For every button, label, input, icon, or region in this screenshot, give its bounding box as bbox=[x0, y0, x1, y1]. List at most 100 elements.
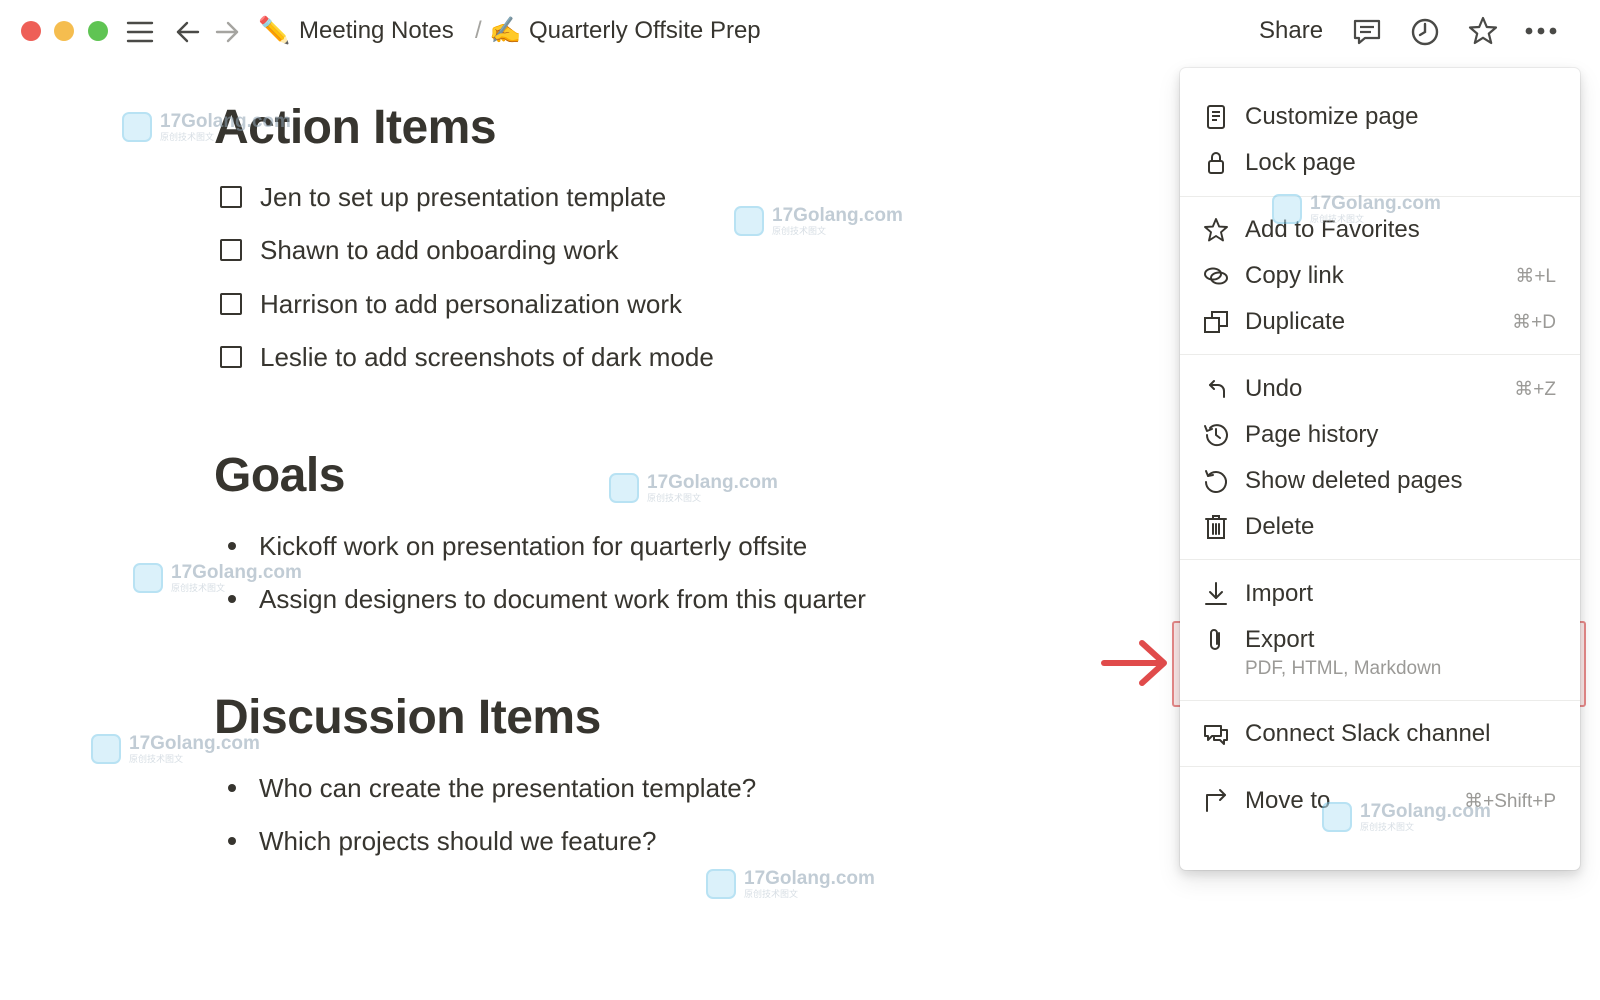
menu-item-page-history[interactable]: Page history bbox=[1180, 412, 1580, 458]
star-icon bbox=[1202, 216, 1230, 244]
menu-item-shortcut: ⌘+D bbox=[1512, 312, 1556, 333]
writing-hand-emoji-icon: ✍️ bbox=[489, 15, 522, 45]
menu-item-shortcut: ⌘+L bbox=[1515, 266, 1556, 287]
list-item-text[interactable]: Who can create the presentation template… bbox=[259, 770, 756, 806]
todo-checkbox[interactable] bbox=[220, 186, 242, 208]
todo-text[interactable]: Harrison to add personalization work bbox=[260, 286, 682, 322]
sidebar-menu-icon[interactable] bbox=[126, 19, 154, 45]
share-button[interactable]: Share bbox=[1259, 15, 1323, 47]
todo-text[interactable]: Shawn to add onboarding work bbox=[260, 232, 618, 268]
paperclip-icon bbox=[1202, 626, 1230, 654]
menu-item-connect-slack-channel[interactable]: Connect Slack channel bbox=[1180, 711, 1580, 757]
watermark-logo-icon bbox=[133, 563, 163, 593]
menu-item-label: Move to bbox=[1245, 787, 1331, 814]
menu-item-delete[interactable]: Delete bbox=[1180, 504, 1580, 550]
comment-icon[interactable] bbox=[1351, 16, 1383, 48]
bullet-icon bbox=[228, 542, 236, 550]
menu-item-label: Duplicate bbox=[1245, 308, 1346, 335]
todo-checkbox[interactable] bbox=[220, 293, 242, 315]
menu-item-shortcut: ⌘+Shift+P bbox=[1464, 791, 1556, 812]
bullet-icon bbox=[228, 784, 236, 792]
menu-item-customize-page[interactable]: Customize page bbox=[1180, 94, 1580, 140]
watermark-subtext: 原创技术图文 bbox=[129, 754, 184, 764]
todo-text[interactable]: Jen to set up presentation template bbox=[260, 179, 666, 215]
watermark-text: 17Golang.com bbox=[772, 205, 903, 226]
todo-checkbox[interactable] bbox=[220, 346, 242, 368]
todo-checkbox[interactable] bbox=[220, 239, 242, 261]
menu-divider bbox=[1180, 700, 1580, 701]
chat-icon bbox=[1202, 720, 1230, 748]
bullet-icon bbox=[228, 595, 236, 603]
todo-item[interactable]: Leslie to add screenshots of dark mode bbox=[220, 339, 714, 375]
menu-item-move-to[interactable]: Move to ⌘+Shift+P bbox=[1180, 778, 1580, 824]
list-item-text[interactable]: Kickoff work on presentation for quarter… bbox=[259, 528, 807, 564]
todo-text[interactable]: Leslie to add screenshots of dark mode bbox=[260, 339, 714, 375]
watermark-logo-icon bbox=[91, 734, 121, 764]
menu-item-lock-page[interactable]: Lock page bbox=[1180, 140, 1580, 186]
watermark-text: 17Golang.com bbox=[744, 868, 875, 889]
watermark: 17Golang.com 原创技术图文 bbox=[706, 869, 875, 899]
menu-divider bbox=[1180, 559, 1580, 560]
menu-item-description: PDF, HTML, Markdown bbox=[1245, 658, 1442, 679]
close-window-button[interactable] bbox=[21, 21, 41, 41]
list-item[interactable]: Kickoff work on presentation for quarter… bbox=[225, 528, 807, 564]
menu-item-export[interactable]: Export PDF, HTML, Markdown bbox=[1180, 617, 1580, 701]
menu-item-show-deleted-pages[interactable]: Show deleted pages bbox=[1180, 458, 1580, 504]
list-item[interactable]: Who can create the presentation template… bbox=[225, 770, 756, 806]
menu-item-undo[interactable]: Undo ⌘+Z bbox=[1180, 366, 1580, 412]
menu-item-duplicate[interactable]: Duplicate ⌘+D bbox=[1180, 299, 1580, 345]
watermark-logo-icon bbox=[706, 869, 736, 899]
list-item[interactable]: Assign designers to document work from t… bbox=[225, 581, 866, 617]
menu-item-label: Customize page bbox=[1245, 103, 1419, 130]
breadcrumb-current[interactable]: Quarterly Offsite Prep bbox=[529, 15, 761, 47]
todo-item[interactable]: Shawn to add onboarding work bbox=[220, 232, 618, 268]
title-bar: ✏️ Meeting Notes / ✍️ Quarterly Offsite … bbox=[0, 0, 1600, 64]
watermark-text: 17Golang.com bbox=[647, 472, 778, 493]
menu-item-label: Import bbox=[1245, 580, 1314, 607]
more-options-icon[interactable] bbox=[1525, 26, 1557, 36]
back-arrow-icon[interactable] bbox=[175, 19, 201, 45]
list-item[interactable]: Which projects should we feature? bbox=[225, 823, 656, 859]
watermark: 17Golang.com 原创技术图文 bbox=[734, 206, 903, 236]
heading-action-items[interactable]: Action Items bbox=[214, 100, 497, 156]
import-icon bbox=[1202, 580, 1230, 608]
trash-icon bbox=[1202, 513, 1230, 541]
minimize-window-button[interactable] bbox=[54, 21, 74, 41]
menu-item-label: Export bbox=[1245, 626, 1315, 653]
heading-goals[interactable]: Goals bbox=[214, 448, 345, 504]
menu-item-add-to-favorites[interactable]: Add to Favorites bbox=[1180, 207, 1580, 253]
pencil-emoji-icon: ✏️ bbox=[258, 15, 291, 45]
heading-discussion-items[interactable]: Discussion Items bbox=[214, 690, 601, 746]
forward-arrow-icon[interactable] bbox=[214, 19, 240, 45]
favorite-star-icon[interactable] bbox=[1467, 15, 1499, 47]
menu-item-copy-link[interactable]: Copy link ⌘+L bbox=[1180, 253, 1580, 299]
history-icon bbox=[1202, 421, 1230, 449]
menu-item-import[interactable]: Import bbox=[1180, 571, 1580, 617]
menu-divider bbox=[1180, 196, 1580, 197]
breadcrumb-separator: / bbox=[475, 17, 482, 44]
todo-item[interactable]: Jen to set up presentation template bbox=[220, 179, 666, 215]
watermark-text: 17Golang.com bbox=[171, 562, 302, 583]
lock-icon bbox=[1202, 149, 1230, 177]
menu-item-label: Undo bbox=[1245, 375, 1303, 402]
todo-item[interactable]: Harrison to add personalization work bbox=[220, 286, 682, 322]
menu-divider bbox=[1180, 766, 1580, 767]
watermark-logo-icon bbox=[609, 473, 639, 503]
clock-icon[interactable] bbox=[1409, 16, 1441, 48]
menu-item-label: Connect Slack channel bbox=[1245, 720, 1491, 747]
watermark-logo-icon bbox=[734, 206, 764, 236]
breadcrumb-parent[interactable]: Meeting Notes bbox=[299, 15, 454, 47]
watermark-subtext: 原创技术图文 bbox=[744, 889, 799, 899]
restore-icon bbox=[1202, 467, 1230, 495]
watermark-subtext: 原创技术图文 bbox=[772, 226, 827, 236]
list-item-text[interactable]: Assign designers to document work from t… bbox=[259, 581, 866, 617]
customize-page-icon bbox=[1202, 103, 1230, 131]
menu-divider bbox=[1180, 354, 1580, 355]
maximize-window-button[interactable] bbox=[88, 21, 108, 41]
list-item-text[interactable]: Which projects should we feature? bbox=[259, 823, 656, 859]
arrow-callout-icon bbox=[1098, 633, 1176, 693]
page-options-menu: Customize page Lock page Add to Favorite… bbox=[1180, 68, 1580, 870]
menu-item-label: Copy link bbox=[1245, 262, 1344, 289]
menu-item-label: Delete bbox=[1245, 513, 1315, 540]
move-icon bbox=[1202, 787, 1230, 815]
